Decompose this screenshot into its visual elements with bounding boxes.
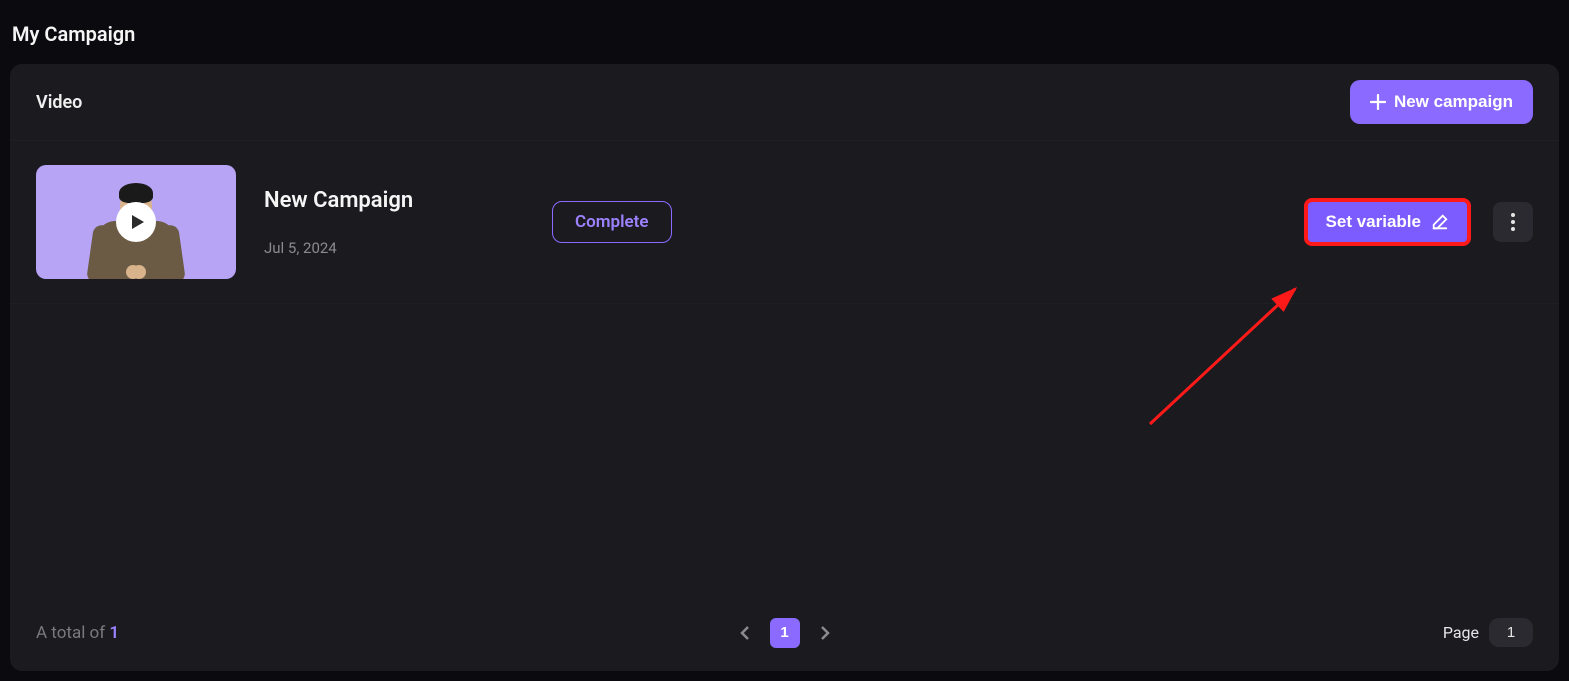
panel-header: Video New campaign — [10, 64, 1559, 141]
set-variable-label: Set variable — [1326, 212, 1421, 232]
panel-footer: A total of 1 1 Page — [10, 604, 1559, 671]
tab-video[interactable]: Video — [36, 92, 82, 113]
page-label: Page — [1443, 623, 1479, 642]
page-next-button[interactable] — [810, 618, 840, 648]
page-title: My Campaign — [0, 0, 1569, 46]
page-prev-button[interactable] — [730, 618, 760, 648]
chevron-right-icon — [820, 626, 830, 640]
page-jump: Page — [1443, 618, 1533, 647]
page-number-button[interactable]: 1 — [770, 618, 800, 648]
total-count: A total of 1 — [36, 623, 119, 643]
total-number: 1 — [109, 623, 119, 643]
total-prefix: A total of — [36, 623, 109, 643]
pagination: 1 — [730, 618, 840, 648]
plus-icon — [1370, 94, 1386, 110]
new-campaign-button[interactable]: New campaign — [1350, 80, 1533, 124]
campaign-row: New Campaign Jul 5, 2024 Complete Set va… — [10, 141, 1559, 304]
campaign-list: New Campaign Jul 5, 2024 Complete Set va… — [10, 141, 1559, 604]
campaign-date: Jul 5, 2024 — [264, 239, 524, 257]
campaign-thumbnail[interactable] — [36, 165, 236, 279]
campaign-panel: Video New campaign New Campaign — [10, 64, 1559, 671]
play-icon — [116, 202, 156, 242]
chevron-left-icon — [740, 626, 750, 640]
new-campaign-label: New campaign — [1394, 92, 1513, 112]
more-options-button[interactable] — [1493, 202, 1533, 242]
more-vertical-icon — [1511, 213, 1515, 231]
campaign-title: New Campaign — [264, 188, 524, 213]
set-variable-button[interactable]: Set variable — [1304, 198, 1471, 246]
status-badge: Complete — [552, 201, 672, 243]
edit-icon — [1431, 213, 1449, 231]
campaign-meta: New Campaign Jul 5, 2024 — [264, 188, 524, 257]
page-input[interactable] — [1489, 618, 1533, 647]
